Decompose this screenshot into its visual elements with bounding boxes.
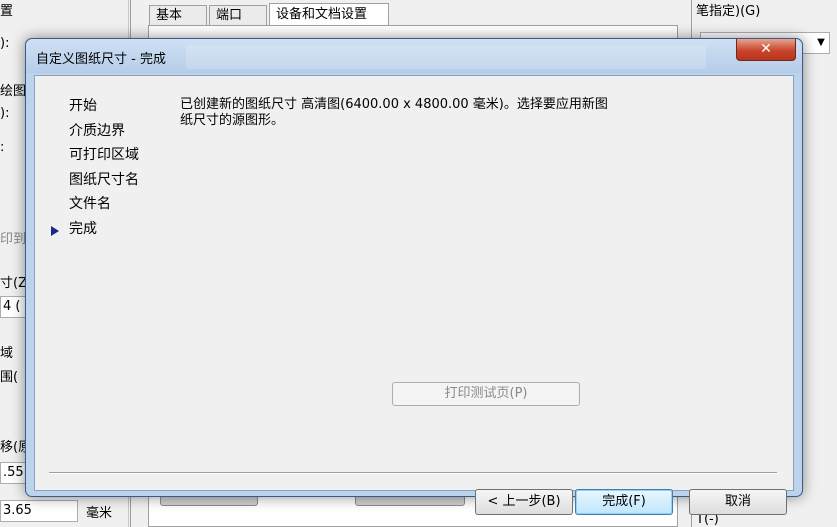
wizard-step: 介质边界 bbox=[51, 121, 161, 146]
left-fragment: ): bbox=[0, 106, 10, 121]
tab-port[interactable]: 端口 bbox=[209, 5, 267, 26]
dialog-client-area: 开始 介质边界 可打印区域 图纸尺寸名 文件名 完成 已创建新的图纸尺寸 高清图… bbox=[34, 75, 794, 515]
title-bar[interactable]: 自定义图纸尺寸 - 完成 ✕ bbox=[26, 39, 802, 73]
tab-basic[interactable]: 基本 bbox=[149, 5, 207, 26]
left-fragment: 域 bbox=[0, 346, 14, 361]
title-bar-glass bbox=[186, 45, 706, 69]
left-field[interactable]: 4 ( bbox=[0, 296, 28, 318]
right-label: 笔指定)(G) bbox=[696, 4, 761, 19]
close-button[interactable]: ✕ bbox=[736, 39, 796, 61]
wizard-step: 图纸尺寸名 bbox=[51, 170, 161, 195]
wizard-step: 文件名 bbox=[51, 194, 161, 219]
left-fragment: ): bbox=[0, 36, 10, 51]
left-fragment: 围( bbox=[0, 370, 19, 385]
current-step-arrow-icon bbox=[51, 225, 59, 236]
wizard-step: 可打印区域 bbox=[51, 145, 161, 170]
wizard-step: 开始 bbox=[51, 96, 161, 121]
finish-button[interactable]: 完成(F) bbox=[575, 489, 673, 515]
dialog-title: 自定义图纸尺寸 - 完成 bbox=[36, 52, 166, 67]
wizard-step-current: 完成 bbox=[51, 219, 161, 244]
custom-paper-size-dialog: 自定义图纸尺寸 - 完成 ✕ 开始 介质边界 可打印区域 图纸尺寸名 文件名 完… bbox=[25, 38, 803, 515]
back-button[interactable]: < 上一步(B) bbox=[475, 489, 573, 515]
offset-field[interactable]: 3.65 bbox=[0, 500, 78, 522]
left-field[interactable]: .55 bbox=[0, 462, 28, 484]
close-icon[interactable]: ✕ bbox=[760, 41, 772, 57]
step-label: 文件名 bbox=[69, 196, 111, 212]
left-fragment: 印到 bbox=[0, 232, 27, 247]
left-fragment: 寸(Z bbox=[0, 276, 27, 291]
wizard-steps: 开始 介质边界 可打印区域 图纸尺寸名 文件名 完成 bbox=[51, 96, 161, 243]
left-fragment: 置 bbox=[0, 4, 14, 19]
step-label: 可打印区域 bbox=[69, 147, 139, 163]
step-label: 完成 bbox=[69, 220, 97, 237]
left-fragment: 绘图 bbox=[0, 84, 27, 99]
unit-label: 毫米 bbox=[86, 506, 113, 521]
cancel-button[interactable]: 取消 bbox=[689, 489, 787, 515]
step-label: 开始 bbox=[69, 98, 97, 114]
step-label: 介质边界 bbox=[69, 122, 125, 139]
left-fragment: : bbox=[0, 140, 5, 155]
chevron-down-icon[interactable]: ▼ bbox=[813, 33, 829, 53]
print-test-page-button[interactable]: 打印测试页(P) bbox=[392, 382, 580, 406]
separator bbox=[49, 472, 777, 474]
step-label: 图纸尺寸名 bbox=[69, 171, 139, 188]
completion-message: 已创建新的图纸尺寸 高清图(6400.00 x 4800.00 毫米)。选择要应… bbox=[180, 97, 608, 128]
